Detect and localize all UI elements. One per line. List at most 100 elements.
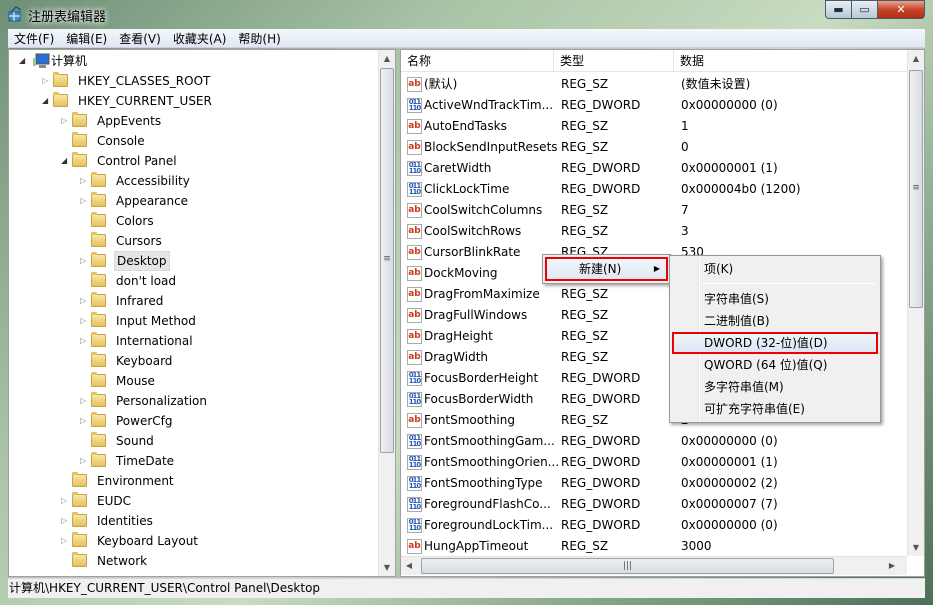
tree-item-label: Cursors <box>116 234 162 248</box>
table-row[interactable]: 011 110 FontSmoothingOrien... REG_DWORD 0x00… <box>401 452 907 473</box>
table-row[interactable]: ab HungAppTimeout REG_SZ 3000 <box>401 536 907 557</box>
table-row[interactable]: 011 110 ForegroundFlashCo... REG_DWORD 0x000… <box>401 494 907 515</box>
scrollbar-thumb[interactable]: ≡ <box>380 68 394 453</box>
table-row[interactable]: 011 110 ClickLockTime REG_DWORD 0x000004b0 (… <box>401 179 907 200</box>
tree-item[interactable]: ▷ International <box>9 331 379 351</box>
tree-item[interactable]: ▷ Input Method <box>9 311 379 331</box>
collapsed-arrow-icon[interactable]: ▷ <box>61 531 71 551</box>
tree-item[interactable]: Environment <box>9 471 379 491</box>
collapsed-arrow-icon[interactable]: ▷ <box>61 511 71 531</box>
table-row[interactable]: 011 110 CaretWidth REG_DWORD 0x00000001 (1) <box>401 158 907 179</box>
collapsed-arrow-icon[interactable]: ▷ <box>80 311 90 331</box>
table-row[interactable]: 011 110 FontSmoothingGam... REG_DWORD 0x0000… <box>401 431 907 452</box>
folder-icon <box>91 192 106 207</box>
expanded-arrow-icon[interactable]: ◢ <box>42 91 52 111</box>
collapsed-arrow-icon[interactable]: ▷ <box>80 191 90 211</box>
scroll-left-arrow-icon[interactable]: ◀ <box>401 557 417 574</box>
scrollbar-thumb[interactable]: ≡ <box>909 70 923 308</box>
collapsed-arrow-icon[interactable]: ▷ <box>80 391 90 411</box>
close-button[interactable]: ✕ <box>877 0 925 19</box>
expanded-arrow-icon[interactable]: ◢ <box>19 51 29 71</box>
tree-item[interactable]: ◢ 计算机 <box>9 51 379 71</box>
tree-item[interactable]: ▷ Personalization <box>9 391 379 411</box>
table-row[interactable]: 011 110 ActiveWndTrackTim... REG_DWORD 0x000… <box>401 95 907 116</box>
collapsed-arrow-icon[interactable]: ▷ <box>80 331 90 351</box>
table-row[interactable]: ab BlockSendInputResets REG_SZ 0 <box>401 137 907 158</box>
minimize-button[interactable]: ▬ <box>825 0 852 19</box>
folder-icon <box>91 372 106 387</box>
scrollbar-thumb[interactable]: ||| <box>421 558 834 574</box>
tree-item[interactable]: Network <box>9 551 379 571</box>
value-name: CoolSwitchRows <box>424 224 522 238</box>
scroll-up-arrow-icon[interactable]: ▲ <box>379 50 395 67</box>
menu-4[interactable]: 帮助(H) <box>232 29 286 47</box>
tree-item[interactable]: Sound <box>9 431 379 451</box>
tree-item[interactable]: ▷ PowerCfg <box>9 411 379 431</box>
tree-item[interactable]: Console <box>9 131 379 151</box>
submenu-item[interactable]: 二进制值(B) <box>672 310 878 332</box>
scroll-down-arrow-icon[interactable]: ▼ <box>908 539 924 556</box>
scroll-down-arrow-icon[interactable]: ▼ <box>379 559 395 576</box>
tree-item[interactable]: ▷ TimeDate <box>9 451 379 471</box>
table-row[interactable]: ab CoolSwitchRows REG_SZ 3 <box>401 221 907 242</box>
column-header-name[interactable]: 名称 <box>401 50 554 72</box>
menu-2[interactable]: 查看(V) <box>113 29 167 47</box>
table-row[interactable]: ab AutoEndTasks REG_SZ 1 <box>401 116 907 137</box>
collapsed-arrow-icon[interactable]: ▷ <box>80 411 90 431</box>
tree-item[interactable]: Cursors <box>9 231 379 251</box>
list-vertical-scrollbar[interactable]: ▲ ≡ ▼ <box>907 50 924 556</box>
tree-item[interactable]: Keyboard <box>9 351 379 371</box>
collapsed-arrow-icon[interactable]: ▷ <box>80 251 90 271</box>
string-value-icon: ab <box>407 308 422 323</box>
table-row[interactable]: 011 110 ForegroundLockTim... REG_DWORD 0x000… <box>401 515 907 536</box>
tree-item[interactable]: ▷ Appearance <box>9 191 379 211</box>
tree-item[interactable]: ▷ Accessibility <box>9 171 379 191</box>
tree-item-label: Control Panel <box>97 154 177 168</box>
value-name: ForegroundFlashCo... <box>424 497 551 511</box>
collapsed-arrow-icon[interactable]: ▷ <box>61 111 71 131</box>
string-value-icon: ab <box>407 140 422 155</box>
tree-item[interactable]: ▷ Desktop <box>9 251 379 271</box>
collapsed-arrow-icon[interactable]: ▷ <box>42 71 52 91</box>
collapsed-arrow-icon[interactable]: ▷ <box>80 291 90 311</box>
tree-item[interactable]: don't load <box>9 271 379 291</box>
submenu-item[interactable]: DWORD (32-位)值(D) <box>672 332 878 354</box>
value-type: REG_SZ <box>561 119 609 133</box>
tree-vertical-scrollbar[interactable]: ▲ ≡ ▼ <box>378 50 395 576</box>
scroll-right-arrow-icon[interactable]: ▶ <box>884 557 900 574</box>
column-header-data[interactable]: 数据 <box>674 50 907 72</box>
submenu-item[interactable]: 可扩充字符串值(E) <box>672 398 878 420</box>
tree-item-label: Colors <box>116 214 154 228</box>
tree-item[interactable]: Colors <box>9 211 379 231</box>
value-type: REG_DWORD <box>561 518 641 532</box>
collapsed-arrow-icon[interactable]: ▷ <box>80 171 90 191</box>
menu-3[interactable]: 收藏夹(A) <box>167 29 233 47</box>
tree-item[interactable]: ▷ Infrared <box>9 291 379 311</box>
submenu-item[interactable]: 项(K) <box>672 258 878 280</box>
tree-item[interactable]: ▷ Keyboard Layout <box>9 531 379 551</box>
tree-item[interactable]: ◢ HKEY_CURRENT_USER <box>9 91 379 111</box>
collapsed-arrow-icon[interactable]: ▷ <box>80 451 90 471</box>
list-horizontal-scrollbar[interactable]: ◀ ||| ▶ <box>401 556 907 575</box>
menu-item-new[interactable]: 新建(N) ▶ <box>545 257 668 281</box>
tree-item[interactable]: ▷ AppEvents <box>9 111 379 131</box>
submenu-item[interactable]: 多字符串值(M) <box>672 376 878 398</box>
table-row[interactable]: 011 110 FontSmoothingType REG_DWORD 0x000000… <box>401 473 907 494</box>
tree-item[interactable]: ▷ Identities <box>9 511 379 531</box>
table-row[interactable]: ab (默认) REG_SZ (数值未设置) <box>401 74 907 95</box>
scroll-up-arrow-icon[interactable]: ▲ <box>908 50 924 67</box>
tree-item[interactable]: ▷ HKEY_CLASSES_ROOT <box>9 71 379 91</box>
table-row[interactable]: ab CoolSwitchColumns REG_SZ 7 <box>401 200 907 221</box>
menu-0[interactable]: 文件(F) <box>8 29 60 47</box>
column-header-type[interactable]: 类型 <box>554 50 674 72</box>
tree-item[interactable]: Mouse <box>9 371 379 391</box>
tree-item[interactable]: ◢ Control Panel <box>9 151 379 171</box>
submenu-item[interactable]: 字符串值(S) <box>672 288 878 310</box>
submenu-item[interactable]: QWORD (64 位)值(Q) <box>672 354 878 376</box>
menu-1[interactable]: 编辑(E) <box>60 29 113 47</box>
tree-item-label: International <box>116 334 193 348</box>
maximize-button[interactable]: ▭ <box>851 0 878 19</box>
tree-item[interactable]: ▷ EUDC <box>9 491 379 511</box>
expanded-arrow-icon[interactable]: ◢ <box>61 151 71 171</box>
collapsed-arrow-icon[interactable]: ▷ <box>61 491 71 511</box>
